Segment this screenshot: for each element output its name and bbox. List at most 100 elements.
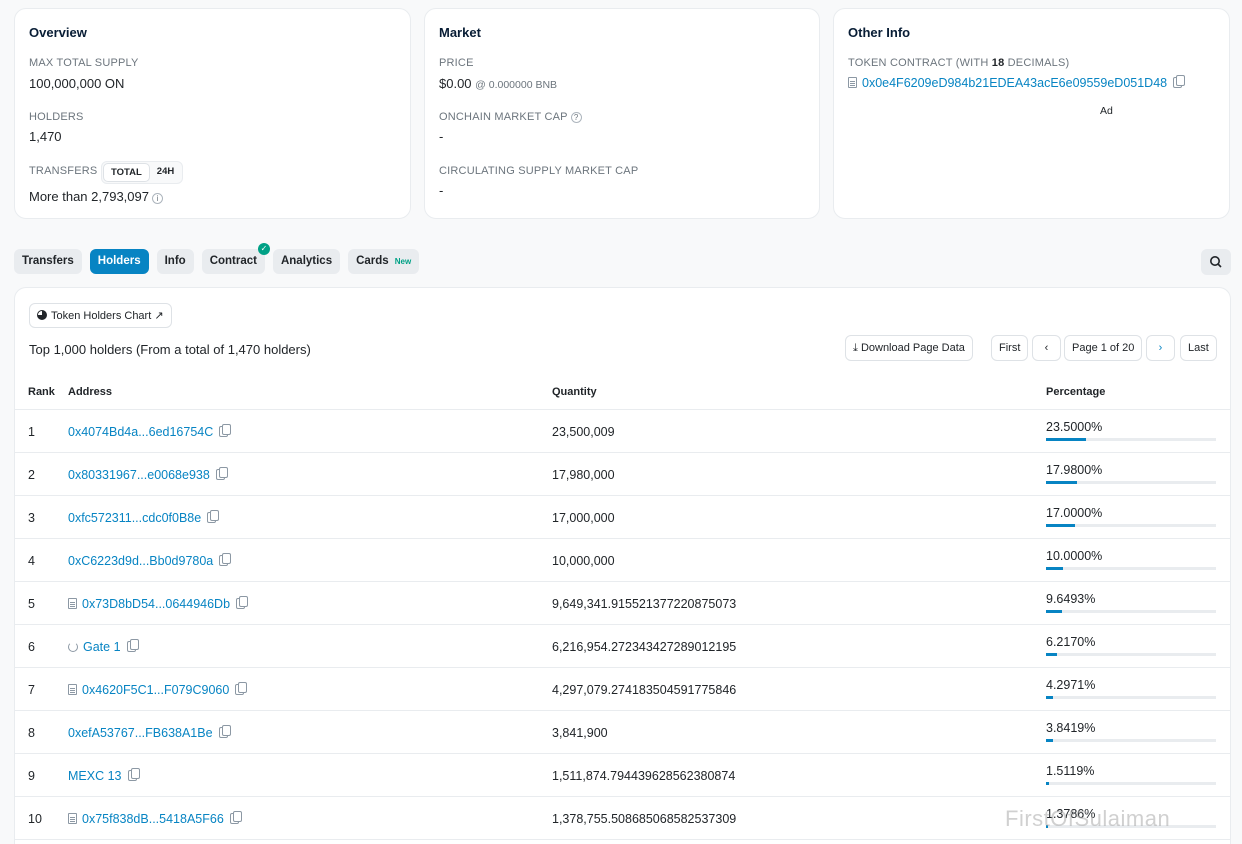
chevron-right-icon: › (1158, 342, 1163, 354)
percentage-cell: 17.9800% (1046, 463, 1216, 484)
holders-value: 1,470 (29, 129, 62, 144)
percentage-bar-fill (1046, 653, 1057, 656)
col-rank: Rank (28, 386, 55, 398)
rank-cell: 10 (28, 812, 42, 826)
percentage-cell: 9.6493% (1046, 592, 1216, 613)
col-address: Address (68, 386, 113, 398)
quantity-cell: 3,841,900 (552, 726, 608, 740)
search-button[interactable] (1201, 249, 1231, 275)
token-holders-chart-button[interactable]: Token Holders Chart ↗ (29, 303, 172, 328)
table-row: 2 0x80331967...e0068e938 17,980,000 17.9800… (14, 453, 1230, 496)
percentage-value: 17.0000% (1046, 506, 1103, 520)
quantity-cell: 4,297,079.274183504591775846 (552, 683, 737, 697)
holder-address-link[interactable]: 0x80331967...e0068e938 (68, 468, 210, 482)
percentage-cell: 10.0000% (1046, 549, 1216, 570)
percentage-bar (1046, 739, 1216, 742)
max-supply-value: 100,000,000 ON (29, 76, 125, 91)
exchange-icon (68, 642, 78, 652)
tab-cards[interactable]: Cards New (348, 249, 420, 274)
price-bnb: @ 0.000000 BNB (475, 79, 558, 91)
copy-icon[interactable] (219, 424, 232, 437)
copy-icon[interactable] (126, 639, 139, 652)
percentage-bar (1046, 524, 1216, 527)
transfers-toggle: TOTAL 24H (101, 161, 184, 184)
quantity-cell: 1,378,755.508685068582537309 (552, 812, 737, 826)
copy-icon[interactable] (229, 811, 242, 824)
percentage-bar (1046, 610, 1216, 613)
percentage-bar (1046, 653, 1216, 656)
tab-contract[interactable]: Contract ✓ (201, 243, 270, 274)
holder-address-link[interactable]: 0x75f838dB...5418A5F66 (82, 812, 224, 826)
toggle-24h[interactable]: 24H (150, 163, 181, 182)
table-row: 3 0xfc572311...cdc0f0B8e 17,000,000 17.0000… (14, 496, 1230, 539)
holder-address-link[interactable]: 0xefA53767...FB638A1Be (68, 726, 213, 740)
pie-chart-icon (37, 310, 47, 320)
percentage-bar (1046, 696, 1216, 699)
max-supply-label: MAX TOTAL SUPPLY (29, 57, 139, 69)
percentage-bar-fill (1046, 438, 1086, 441)
copy-icon[interactable] (207, 510, 220, 523)
tab-transfers[interactable]: Transfers (14, 249, 82, 274)
tab-holders[interactable]: Holders (89, 249, 149, 274)
contract-icon (68, 684, 77, 695)
copy-icon[interactable] (236, 596, 249, 609)
tab-info[interactable]: Info (156, 249, 194, 274)
holder-address-link[interactable]: 0xfc572311...cdc0f0B8e (68, 511, 201, 525)
toggle-total[interactable]: TOTAL (103, 163, 150, 182)
contract-icon (848, 77, 857, 88)
percentage-value: 23.5000% (1046, 420, 1103, 434)
tab-analytics[interactable]: Analytics (272, 249, 341, 274)
external-arrow-icon: ↗ (154, 310, 164, 322)
chevron-left-icon: ‹ (1044, 342, 1049, 354)
table-row: 5 0x73D8bD54...0644946Db 9,649,341.9155213… (14, 582, 1230, 625)
contract-address-link[interactable]: 0x0e4F6209eD984b21EDEA43acE6e09559eD051D… (862, 76, 1167, 90)
copy-icon[interactable] (235, 682, 248, 695)
table-row: 9 MEXC 13 1,511,874.794439628562380874 1.51… (14, 754, 1230, 797)
first-page-button[interactable]: First (991, 335, 1029, 361)
holder-address-link[interactable]: 0xC6223d9d...Bb0d9780a (68, 554, 213, 568)
copy-icon[interactable] (127, 768, 140, 781)
address-cell: 0xC6223d9d...Bb0d9780a (68, 553, 232, 568)
mcap-value: - (439, 129, 444, 144)
holder-address-link[interactable]: Gate 1 (83, 640, 121, 654)
prev-page-button[interactable]: ‹ (1032, 335, 1061, 361)
question-icon[interactable]: ? (570, 112, 582, 123)
copy-icon[interactable] (219, 553, 232, 566)
percentage-bar-fill (1046, 524, 1075, 527)
tab-contract-label: Contract (209, 255, 257, 267)
percentage-value: 9.6493% (1046, 592, 1096, 606)
percentage-cell: 3.8419% (1046, 721, 1216, 742)
last-page-button[interactable]: Last (1180, 335, 1217, 361)
rank-cell: 4 (28, 554, 35, 568)
transfers-label: TRANSFERS (29, 165, 98, 177)
price-label: PRICE (439, 57, 474, 69)
copy-icon[interactable] (1173, 75, 1186, 88)
price-wrap: $0.00 @ 0.000000 BNB (439, 76, 557, 91)
download-button[interactable]: ⤓ Download Page Data (845, 335, 973, 361)
holder-address-link[interactable]: 0x73D8bD54...0644946Db (82, 597, 230, 611)
contract-label: TOKEN CONTRACT (WITH 18 DECIMALS) (848, 57, 1069, 69)
address-cell: 0x4074Bd4a...6ed16754C (68, 424, 232, 439)
holder-address-link[interactable]: 0x4620F5C1...F079C9060 (82, 683, 229, 697)
verified-check-icon: ✓ (257, 243, 270, 255)
quantity-cell: 10,000,000 (552, 554, 615, 568)
table-row: 4 0xC6223d9d...Bb0d9780a 10,000,000 10.0000… (14, 539, 1230, 582)
percentage-bar (1046, 567, 1216, 570)
copy-icon[interactable] (218, 725, 231, 738)
page-indicator: Page 1 of 20 (1064, 335, 1143, 361)
address-cell: Gate 1 (68, 639, 139, 654)
tab-bar: Transfers Holders Info Contract ✓ Analyti… (14, 243, 420, 274)
quantity-cell: 17,980,000 (552, 468, 615, 482)
table-row: 8 0xefA53767...FB638A1Be 3,841,900 3.8419% (14, 711, 1230, 754)
info-icon[interactable]: i (151, 193, 163, 204)
contract-label-pre: TOKEN CONTRACT (WITH (848, 57, 992, 69)
percentage-cell: 4.2971% (1046, 678, 1216, 699)
transfers-value-wrap: More than 2,793,097 i (29, 189, 163, 204)
overview-title: Overview (29, 25, 87, 40)
holder-address-link[interactable]: MEXC 13 (68, 769, 122, 783)
price-value: $0.00 (439, 76, 472, 91)
copy-icon[interactable] (215, 467, 228, 480)
next-page-button[interactable]: › (1146, 335, 1175, 361)
holder-address-link[interactable]: 0x4074Bd4a...6ed16754C (68, 425, 213, 439)
address-cell: 0x73D8bD54...0644946Db (68, 596, 249, 611)
